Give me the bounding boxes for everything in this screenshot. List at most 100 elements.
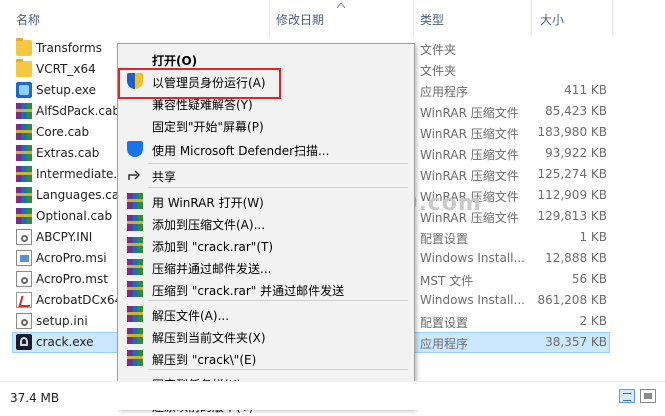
menu-item-label: 使用 Microsoft Defender扫描...	[152, 144, 330, 158]
file-size: 56 KB	[571, 272, 607, 286]
file-name: Core.cab	[36, 125, 90, 139]
column-divider[interactable]	[531, 0, 532, 36]
menu-item[interactable]: 解压到 "crack\"(E)	[118, 347, 414, 369]
sort-ascending-icon	[337, 3, 345, 8]
file-size: 1 KB	[579, 230, 607, 244]
column-divider[interactable]	[413, 0, 414, 36]
menu-item[interactable]: 用 WinRAR 打开(W)	[118, 190, 414, 212]
rar-icon	[16, 124, 32, 140]
msi-icon	[16, 250, 32, 266]
menu-item[interactable]: 解压到当前文件夹(X)	[118, 325, 414, 347]
file-name: AlfSdPack.cab	[36, 104, 120, 118]
file-name: Extras.cab	[36, 146, 100, 160]
rar-icon	[127, 193, 143, 209]
file-type: WinRAR 压缩文件	[420, 106, 519, 120]
crack-icon	[16, 334, 32, 350]
file-size: 112,909 KB	[537, 188, 607, 202]
file-size: 2 KB	[579, 314, 607, 328]
menu-item-label: 压缩到 "crack.rar" 并通过邮件发送	[152, 284, 345, 298]
menu-item[interactable]: 共享	[118, 164, 414, 186]
file-type: MST 文件	[420, 274, 474, 288]
column-header: 名称 修改日期 类型 大小	[0, 0, 665, 36]
ini-icon	[16, 313, 32, 329]
file-name: VCRT_x64	[36, 62, 96, 76]
file-type: WinRAR 压缩文件	[420, 127, 519, 141]
menu-item[interactable]: 固定到"开始"屏幕(P)	[118, 114, 414, 136]
rar-icon	[16, 145, 32, 161]
file-name: Intermediate.c	[36, 167, 124, 181]
menu-item-label: 添加到压缩文件(A)...	[152, 218, 266, 232]
rar-icon	[127, 350, 143, 366]
acro-icon	[16, 292, 32, 308]
file-size: 85,423 KB	[545, 104, 607, 118]
file-name: AcroPro.msi	[36, 251, 107, 265]
large-icons-view-button[interactable]	[640, 389, 656, 403]
column-name[interactable]: 名称	[16, 11, 40, 28]
annotation-highlight-box	[118, 68, 281, 99]
menu-item-label: 共享	[152, 170, 177, 184]
selection-size: 37.4 MB	[10, 391, 60, 405]
rar-icon	[127, 306, 143, 322]
file-name: AcrobatDCx64	[36, 293, 123, 307]
menu-item[interactable]: 压缩到 "crack.rar" 并通过邮件发送	[118, 278, 414, 300]
details-view-button[interactable]	[619, 389, 635, 403]
file-name: setup.ini	[36, 314, 88, 328]
menu-separator	[148, 300, 408, 301]
status-bar: 37.4 MB	[0, 381, 665, 410]
column-size[interactable]: 大小	[540, 11, 564, 28]
menu-item-label: 解压文件(A)...	[152, 309, 230, 323]
column-type[interactable]: 类型	[420, 11, 444, 28]
menu-separator	[148, 163, 408, 164]
file-type: Windows Install...	[420, 251, 525, 265]
file-size: 38,357 KB	[545, 335, 607, 349]
file-type: 文件夹	[420, 43, 457, 57]
menu-item-label: 解压到 "crack\"(E)	[152, 353, 257, 367]
menu-item-label: 解压到当前文件夹(X)	[152, 331, 266, 345]
folder-icon	[16, 59, 32, 77]
column-divider[interactable]	[612, 0, 613, 36]
menu-separator	[148, 187, 408, 188]
file-name: Languages.cab	[36, 188, 127, 202]
menu-item-label: 压缩并通过邮件发送...	[152, 262, 272, 276]
file-type: 文件夹	[420, 64, 457, 78]
share-icon	[127, 167, 143, 183]
menu-item[interactable]: 使用 Microsoft Defender扫描...	[118, 138, 414, 160]
rar-icon	[16, 187, 32, 203]
menu-item[interactable]: 解压文件(A)...	[118, 303, 414, 325]
file-size: 12,888 KB	[545, 251, 607, 265]
file-name: Optional.cab	[36, 209, 113, 223]
menu-item-label: 添加到 "crack.rar"(T)	[152, 240, 274, 254]
menu-item[interactable]: 压缩并通过邮件发送...	[118, 256, 414, 278]
rar-icon	[127, 237, 143, 253]
file-name: ABCPY.INI	[36, 230, 93, 244]
column-divider[interactable]	[269, 0, 270, 36]
rar-icon	[16, 208, 32, 224]
menu-item[interactable]: 添加到压缩文件(A)...	[118, 212, 414, 234]
rar-icon	[127, 215, 143, 231]
file-size: 93,922 KB	[545, 146, 607, 160]
ini-icon	[16, 271, 32, 287]
file-type: 配置设置	[420, 232, 469, 246]
rar-icon	[16, 166, 32, 182]
menu-item-label: 打开(O)	[152, 54, 198, 68]
column-date[interactable]: 修改日期	[276, 11, 324, 28]
file-size: 411 KB	[564, 83, 607, 97]
file-type: WinRAR 压缩文件	[420, 148, 519, 162]
file-type: 应用程序	[420, 337, 469, 351]
file-size: 861,208 KB	[537, 293, 607, 307]
menu-item-label: 固定到"开始"屏幕(P)	[152, 120, 264, 134]
rar-icon	[127, 281, 143, 297]
ini-icon	[16, 229, 32, 245]
menu-item[interactable]: 添加到 "crack.rar"(T)	[118, 234, 414, 256]
file-type: 应用程序	[420, 85, 469, 99]
file-size: 125,274 KB	[537, 167, 607, 181]
menu-item[interactable]: 打开(O)	[118, 48, 414, 70]
file-name: AcroPro.mst	[36, 272, 108, 286]
file-name: Transforms	[36, 41, 102, 55]
rar-icon	[127, 259, 143, 275]
file-name: Setup.exe	[36, 83, 97, 97]
folder-icon	[16, 38, 32, 56]
file-type: WinRAR 压缩文件	[420, 169, 519, 183]
file-size: 129,813 KB	[537, 209, 607, 223]
rar-icon	[16, 103, 32, 119]
